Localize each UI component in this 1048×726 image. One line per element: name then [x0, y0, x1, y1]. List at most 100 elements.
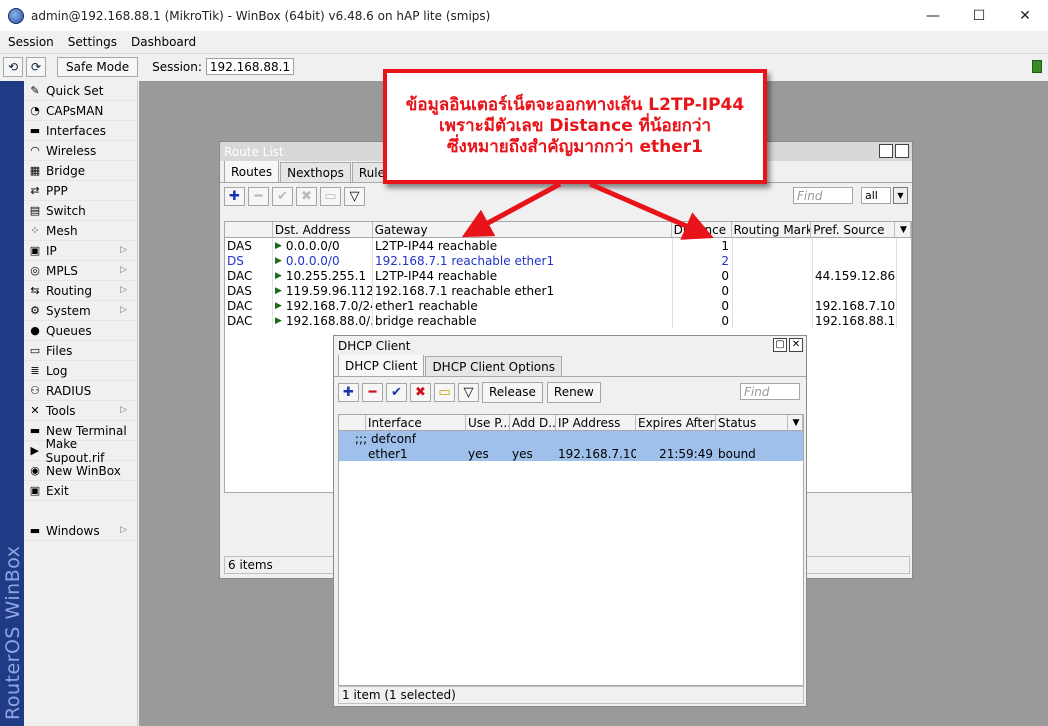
columns-dropdown-icon[interactable]: ▼: [895, 222, 911, 237]
sidebar-item-windows[interactable]: ▬ Windows ▷: [24, 521, 137, 541]
route-list-maximize-button[interactable]: ▢: [879, 144, 893, 158]
route-cell-pref: 44.159.12.86: [815, 268, 897, 283]
col-ip-address[interactable]: IP Address: [556, 415, 636, 430]
dhcp-find-input[interactable]: Find: [740, 383, 800, 400]
disable-icon[interactable]: ✖: [296, 186, 317, 206]
dhcp-cell-use_peer: yes: [468, 446, 489, 461]
disable-icon[interactable]: ✖: [410, 382, 431, 402]
sidebar-item-mpls[interactable]: ◎ MPLS ▷: [24, 261, 137, 281]
route-active-icon: ▶: [275, 255, 282, 266]
sidebar-item-label: CAPsMAN: [46, 103, 104, 118]
tab-dhcp-client[interactable]: DHCP Client: [338, 354, 425, 376]
route-row[interactable]: DAC ▶ 192.168.7.0/24 ether1 reachable 0 192.1…: [225, 298, 911, 313]
route-cell-gateway: L2TP-IP44 reachable: [373, 268, 673, 283]
minimize-button[interactable]: —: [910, 0, 956, 31]
route-dst-text: 10.255.255.1: [285, 268, 367, 283]
safe-mode-button[interactable]: Safe Mode: [57, 56, 139, 77]
tab-dhcp-client-options[interactable]: DHCP Client Options: [425, 356, 562, 376]
dhcp-maximize-button[interactable]: ▢: [773, 338, 787, 352]
enable-icon[interactable]: ✔: [386, 382, 407, 402]
sidebar-item-radius[interactable]: ⚇ RADIUS: [24, 381, 137, 401]
sidebar-item-switch[interactable]: ▤ Switch: [24, 201, 137, 221]
route-filter-select[interactable]: all: [861, 187, 891, 204]
route-filter-dropdown-icon[interactable]: ▼: [893, 187, 908, 204]
route-cell-mark: [733, 313, 813, 328]
sidebar-item-bridge[interactable]: ▦ Bridge: [24, 161, 137, 181]
route-cell-distance: 0: [673, 283, 733, 298]
close-button[interactable]: ✕: [1002, 0, 1048, 31]
sidebar-item-label: Queues: [46, 323, 92, 338]
col-gateway[interactable]: Gateway: [373, 222, 672, 237]
col-dst-address[interactable]: Dst. Address: [273, 222, 373, 237]
sidebar-item-label: New Terminal: [46, 423, 127, 438]
col-expires-after[interactable]: Expires After: [636, 415, 716, 430]
col-add-default-route[interactable]: Add D...: [510, 415, 556, 430]
sidebar-item-exit[interactable]: ▣ Exit: [24, 481, 137, 501]
session-field[interactable]: 192.168.88.1: [205, 58, 295, 75]
sidebar-item-system[interactable]: ⚙ System ▷: [24, 301, 137, 321]
sidebar-item-files[interactable]: ▭ Files: [24, 341, 137, 361]
sidebar-item-tools[interactable]: ✕ Tools ▷: [24, 401, 137, 421]
menu-settings[interactable]: Settings: [68, 35, 117, 49]
renew-button[interactable]: Renew: [546, 381, 601, 403]
sidebar-item-ppp[interactable]: ⇄ PPP: [24, 181, 137, 201]
submenu-arrow-icon: ▷: [120, 265, 127, 275]
release-button[interactable]: Release: [482, 381, 543, 403]
route-row[interactable]: DS ▶ 0.0.0.0/0 192.168.7.1 reachable ether1…: [225, 253, 911, 268]
sidebar-item-label: RADIUS: [46, 383, 92, 398]
dhcp-row[interactable]: ether1 yes yes 192.168.7.10... 21:59:49 bound: [339, 446, 803, 461]
route-row[interactable]: DAC ▶ 10.255.255.1 L2TP-IP44 reachable 0 44.1…: [225, 268, 911, 283]
col-distance[interactable]: Distance: [672, 222, 732, 237]
sidebar-item-wireless[interactable]: ◠ Wireless: [24, 141, 137, 161]
enable-icon[interactable]: ✔: [272, 186, 293, 206]
route-list-toolbar: ✚ ━ ✔ ✖ ▭ ▽ Find all ▼: [220, 183, 912, 209]
dhcp-client-window: DHCP Client ▢ ✕ DHCP Client DHCP Client …: [333, 335, 807, 707]
dhcp-close-button[interactable]: ✕: [789, 338, 803, 352]
route-list-close-button[interactable]: ✕: [895, 144, 909, 158]
sidebar-item-capsman[interactable]: ◔ CAPsMAN: [24, 101, 137, 121]
add-icon[interactable]: ✚: [338, 382, 359, 402]
dhcp-rows: ether1 yes yes 192.168.7.10... 21:59:49 bound: [339, 446, 803, 461]
redo-button[interactable]: ⟳: [26, 56, 46, 77]
route-cell-flags: DAC: [225, 298, 273, 313]
route-row[interactable]: DAS ▶ 0.0.0.0/0 L2TP-IP44 reachable 1: [225, 238, 911, 253]
comment-icon[interactable]: ▭: [434, 382, 455, 402]
col-status[interactable]: Status: [716, 415, 788, 430]
sidebar-item-quick-set[interactable]: ✎ Quick Set: [24, 81, 137, 101]
dhcp-columns-dropdown-icon[interactable]: ▼: [788, 415, 803, 430]
callout-line-2: เพราะมีตัวเลข Distance ที่น้อยกว่า: [438, 116, 712, 136]
files-icon: ▭: [29, 344, 41, 357]
col-dhcp-flags[interactable]: [339, 415, 366, 430]
sidebar-item-interfaces[interactable]: ▬ Interfaces: [24, 121, 137, 141]
col-interface[interactable]: Interface: [366, 415, 466, 430]
route-find-input[interactable]: Find: [793, 187, 853, 204]
tab-nexthops[interactable]: Nexthops: [280, 162, 351, 182]
col-pref-source[interactable]: Pref. Source: [811, 222, 896, 237]
submenu-arrow-icon: ▷: [120, 305, 127, 315]
route-row[interactable]: DAS ▶ 119.59.96.112 192.168.7.1 reachable e…: [225, 283, 911, 298]
sidebar-item-routing[interactable]: ⇆ Routing ▷: [24, 281, 137, 301]
menu-dashboard[interactable]: Dashboard: [131, 35, 196, 49]
sidebar-item-ip[interactable]: ▣ IP ▷: [24, 241, 137, 261]
maximize-button[interactable]: ☐: [956, 0, 1002, 31]
sidebar-item-mesh[interactable]: ⁘ Mesh: [24, 221, 137, 241]
comment-icon[interactable]: ▭: [320, 186, 341, 206]
filter-icon[interactable]: ▽: [458, 382, 479, 402]
tab-routes[interactable]: Routes: [224, 160, 280, 182]
menu-session[interactable]: Session: [8, 35, 54, 49]
remove-icon[interactable]: ━: [248, 186, 269, 206]
filter-icon[interactable]: ▽: [344, 186, 365, 206]
route-row[interactable]: DAC ▶ 192.168.88.0/... bridge reachable 0 192…: [225, 313, 911, 328]
sidebar-item-make-supout-rif[interactable]: ▶ Make Supout.rif: [24, 437, 137, 465]
col-use-peer-dns[interactable]: Use P...: [466, 415, 510, 430]
submenu-arrow-icon: ▷: [120, 405, 127, 415]
remove-icon[interactable]: ━: [362, 382, 383, 402]
undo-button[interactable]: ⟲: [3, 56, 23, 77]
add-icon[interactable]: ✚: [224, 186, 245, 206]
route-active-icon: ▶: [275, 270, 282, 281]
sidebar-item-new-winbox[interactable]: ◉ New WinBox: [24, 461, 137, 481]
col-flags[interactable]: [225, 222, 273, 237]
col-routing-mark[interactable]: Routing Mark: [732, 222, 812, 237]
sidebar-item-log[interactable]: ≣ Log: [24, 361, 137, 381]
sidebar-item-queues[interactable]: ● Queues: [24, 321, 137, 341]
